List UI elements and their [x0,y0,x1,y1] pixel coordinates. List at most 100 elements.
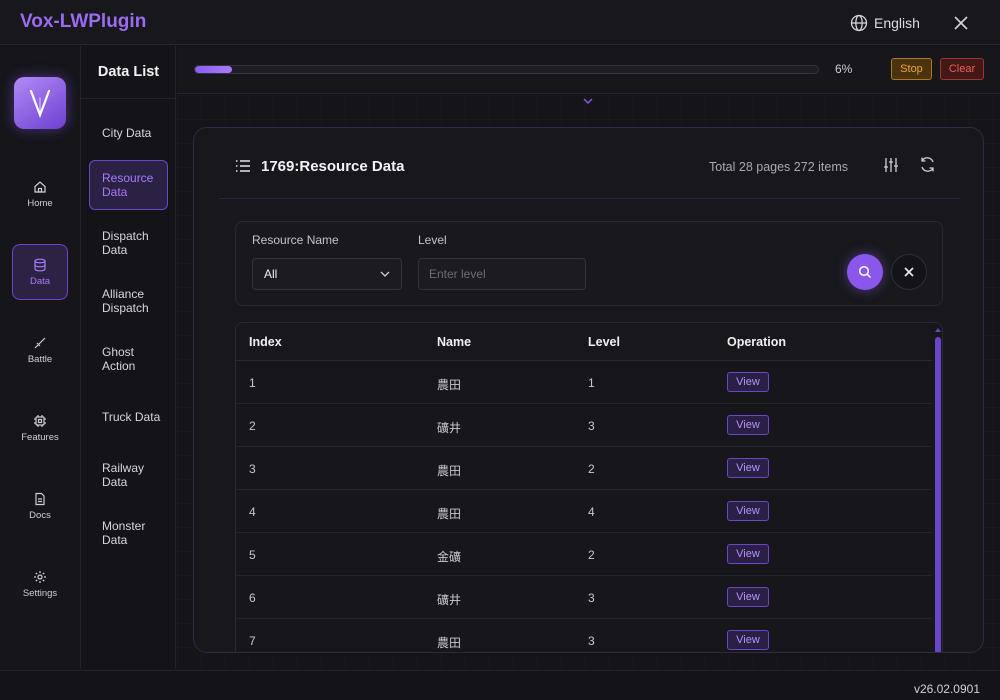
column-header-name: Name [437,335,472,349]
logo-v-icon [29,89,51,119]
list-icon [236,160,250,172]
data-list-item-resource[interactable]: Resource Data [89,160,168,210]
nav-home[interactable]: Home [12,166,68,222]
nav-data[interactable]: Data [12,244,68,300]
row-name: 農田 [437,378,462,392]
level-label: Level [418,233,447,247]
gear-icon [34,570,46,583]
sliders-icon[interactable] [883,157,899,173]
row-level: 3 [588,419,595,433]
row-index: 4 [249,505,256,519]
resource-data-card: 1769:Resource Data Total 28 pages 272 it… [193,127,984,653]
table-body: 1 農田 1 View 2 礦井 3 View 3 農田 2 View 4 農田… [236,361,932,652]
nav-battle-label: Battle [27,353,53,365]
search-button[interactable] [847,254,883,290]
data-list-item-truck[interactable]: Truck Data [89,392,168,442]
row-index: 3 [249,462,256,476]
row-level: 1 [588,376,595,390]
row-level: 2 [588,548,595,562]
column-header-level: Level [588,335,620,349]
scroll-up-icon[interactable] [934,327,942,333]
chevron-down-icon [380,271,390,277]
resource-name-value: All [264,267,278,281]
data-list-item-city[interactable]: City Data [89,108,168,158]
version-label: v26.02.0901 [913,682,980,696]
nav-docs-label: Docs [29,509,51,521]
search-panel: Resource Name All Level [235,221,943,306]
data-list-item-ghost-action[interactable]: Ghost Action [89,334,168,384]
table-row: 4 農田 4 View [236,490,932,533]
view-button[interactable]: View [727,372,769,392]
nav-features-label: Features [21,431,59,443]
table-row: 3 農田 2 View [236,447,932,490]
home-icon [34,180,46,193]
status-bar: v26.02.0901 [0,670,1000,700]
nav-docs[interactable]: Docs [12,478,68,534]
close-icon[interactable] [950,12,972,34]
progress-percent: 6% [835,62,853,76]
row-level: 2 [588,462,595,476]
data-list-item-railway[interactable]: Railway Data [89,450,168,500]
nav-data-label: Data [29,275,51,287]
pagination-total: Total 28 pages 272 items [709,160,848,174]
refresh-icon[interactable] [919,156,936,173]
row-level: 3 [588,634,595,648]
document-icon [35,492,45,505]
row-level: 4 [588,505,595,519]
column-header-index: Index [249,335,282,349]
scrollbar-thumb[interactable] [935,337,941,652]
table-header: Index Name Level Operation [236,323,932,361]
view-button[interactable]: View [727,544,769,564]
row-index: 6 [249,591,256,605]
table-row: 5 金礦 2 View [236,533,932,576]
view-button[interactable]: View [727,415,769,435]
title-bar: Vox-LWPlugin English [0,0,1000,45]
globe-icon [850,14,868,32]
row-index: 5 [249,548,256,562]
close-icon [904,267,914,277]
app-logo: V [14,77,66,129]
level-input[interactable] [418,258,586,290]
nav-settings[interactable]: Settings [12,556,68,612]
chevron-down-icon[interactable] [581,95,595,107]
data-list-panel: Data List City Data Resource Data Dispat… [81,46,176,669]
card-header: 1769:Resource Data Total 28 pages 272 it… [219,128,960,199]
resource-table: Index Name Level Operation 1 農田 1 View 2… [235,322,943,652]
data-list-item-monster[interactable]: Monster Data [89,508,168,558]
row-name: 礦井 [437,421,462,435]
nav-features[interactable]: Features [12,400,68,456]
resource-name-label: Resource Name [252,233,339,247]
nav-battle[interactable]: Battle [12,322,68,378]
stop-button[interactable]: Stop [891,58,932,80]
data-list-item-alliance-dispatch[interactable]: Alliance Dispatch [89,276,168,326]
chip-icon [34,414,46,427]
row-level: 3 [588,591,595,605]
view-button[interactable]: View [727,501,769,521]
table-row: 7 農田 3 View [236,619,932,652]
row-index: 7 [249,634,256,648]
data-list-item-dispatch[interactable]: Dispatch Data [89,218,168,268]
sword-icon [34,337,46,348]
row-name: 農田 [437,507,462,521]
resource-name-select[interactable]: All [252,258,402,290]
table-scrollbar[interactable] [934,327,942,652]
language-selector[interactable]: English [850,12,920,34]
row-name: 農田 [437,636,462,650]
view-button[interactable]: View [727,458,769,478]
row-name: 農田 [437,464,462,478]
table-row: 2 礦井 3 View [236,404,932,447]
reset-button[interactable] [891,254,927,290]
row-index: 1 [249,376,256,390]
database-icon [34,258,46,271]
view-button[interactable]: View [727,630,769,650]
table-row: 6 礦井 3 View [236,576,932,619]
nav-settings-label: Settings [22,587,58,599]
progress-fill [195,66,233,73]
clear-button[interactable]: Clear [940,58,984,80]
view-button[interactable]: View [727,587,769,607]
column-header-operation: Operation [727,335,787,349]
row-name: 金礦 [437,550,462,564]
row-index: 2 [249,419,256,433]
progress-row: 6% Stop Clear [177,46,1000,94]
progress-bar [194,65,819,74]
